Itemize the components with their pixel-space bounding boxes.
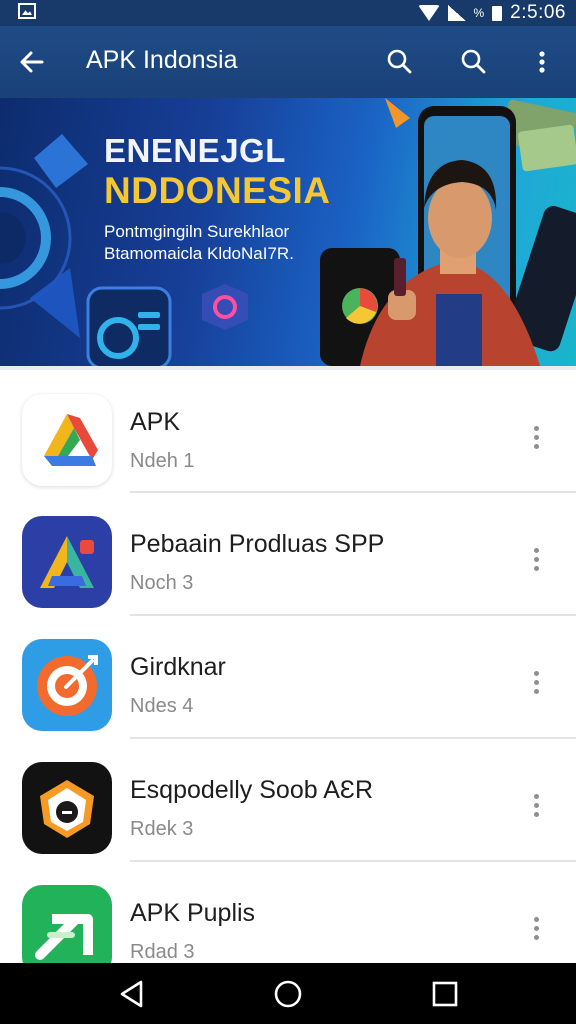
gallery-notification-icon	[18, 3, 36, 19]
more-options-icon[interactable]	[528, 426, 544, 452]
app-bar-title: APK Indonsia	[86, 46, 238, 74]
search-icon-secondary[interactable]	[458, 46, 490, 78]
more-options-icon[interactable]	[528, 917, 544, 943]
app-name: Pebaain Prodluas SPP	[130, 530, 385, 558]
more-options-icon[interactable]	[528, 548, 544, 574]
back-arrow-icon[interactable]	[16, 46, 48, 78]
app-name: APK	[130, 408, 181, 436]
overflow-menu-icon[interactable]	[526, 46, 558, 78]
more-options-icon[interactable]	[528, 671, 544, 697]
app-subtitle: Rdad 3	[130, 941, 195, 963]
status-bar-right: % 2:5:06	[417, 0, 567, 26]
banner-subtitle-2: Btamomaicla KldoNaI7R.	[104, 244, 294, 263]
back-nav-icon[interactable]	[117, 979, 147, 1009]
triangle-drive-logo-icon	[22, 394, 112, 486]
app-subtitle: Ndeh 1	[130, 450, 195, 472]
app-subtitle: Ndes 4	[130, 695, 194, 717]
app-name: APK Puplis	[130, 899, 256, 927]
list-item[interactable]: Girdknar Ndes 4	[0, 616, 576, 739]
battery-percent-label: %	[473, 6, 485, 20]
search-icon[interactable]	[384, 46, 416, 78]
wifi-icon	[417, 5, 440, 21]
app-bar: APK Indonsia	[0, 26, 576, 98]
list-item[interactable]: Esqpodelly Soob AƐR Rdek 3	[0, 739, 576, 862]
battery-icon	[492, 5, 503, 21]
status-bar: % 2:5:06	[0, 0, 576, 26]
system-nav-bar	[0, 963, 576, 1024]
banner-subtitle-1: Pontmgingiln Surekhlaor	[104, 222, 290, 241]
banner-headline-2: NDDONESIA	[104, 170, 331, 211]
list-item[interactable]: Pebaain Prodluas SPP Noch 3	[0, 493, 576, 616]
triangle-a-logo-icon	[22, 516, 112, 608]
promo-banner[interactable]: ENENEJGL NDDONESIA Pontmgingiln Surekhla…	[0, 98, 576, 366]
shield-lock-logo-icon	[22, 762, 112, 854]
recents-nav-icon[interactable]	[430, 979, 460, 1009]
app-subtitle: Noch 3	[130, 572, 194, 594]
list-item[interactable]: APK Ndeh 1	[0, 370, 576, 493]
app-subtitle: Rdek 3	[130, 818, 194, 840]
home-nav-icon[interactable]	[273, 979, 303, 1009]
app-name: Girdknar	[130, 653, 226, 681]
signal-icon	[447, 5, 466, 21]
app-name: Esqpodelly Soob AƐR	[130, 776, 374, 804]
more-options-icon[interactable]	[528, 794, 544, 820]
clock: 2:5:06	[510, 2, 566, 23]
banner-headline-1: ENENEJGL	[104, 132, 286, 169]
target-arrow-logo-icon	[22, 639, 112, 731]
